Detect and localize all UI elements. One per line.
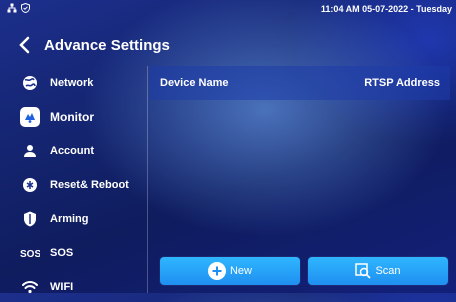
account-icon [20, 141, 40, 161]
sidebar-item-label: Arming [50, 213, 89, 225]
sidebar-item-label: SOS [50, 247, 74, 259]
sidebar: Network Monitor Account Reset& Reboot Ar… [0, 66, 150, 294]
column-rtsp-address: RTSP Address [364, 77, 440, 89]
sidebar-item-wifi[interactable]: WIFI [0, 272, 150, 302]
chevron-left-icon [19, 36, 30, 54]
wifi-icon [20, 277, 40, 297]
status-icons [7, 2, 30, 15]
scan-icon [355, 263, 372, 279]
column-device-name: Device Name [160, 77, 229, 89]
sidebar-item-label: Account [50, 145, 94, 157]
network-tree-icon [7, 3, 17, 15]
sidebar-item-label: Network [50, 77, 94, 89]
table-header: Device Name RTSP Address [150, 66, 450, 100]
sidebar-item-label: Monitor [50, 110, 94, 124]
datetime: 11:04 AM 05-07-2022 - Tuesday [320, 4, 452, 14]
svg-text:SOS: SOS [20, 249, 40, 259]
monitor-icon [20, 107, 40, 127]
sidebar-item-sos[interactable]: SOS SOS [0, 238, 150, 268]
sidebar-item-label: Reset& Reboot [50, 179, 129, 191]
title-bar: Advance Settings [0, 22, 456, 68]
sidebar-item-arming[interactable]: Arming [0, 204, 150, 234]
page-title: Advance Settings [44, 36, 170, 54]
sos-icon: SOS [20, 243, 40, 263]
sidebar-item-network[interactable]: Network [0, 68, 150, 98]
sidebar-item-account[interactable]: Account [0, 136, 150, 166]
scan-button[interactable]: Scan [308, 257, 448, 285]
scan-button-label: Scan [375, 265, 401, 277]
shield-icon [20, 209, 40, 229]
back-button[interactable] [12, 33, 36, 57]
shield-status-icon [21, 2, 30, 15]
new-button-label: New [229, 265, 252, 277]
status-bar: 11:04 AM 05-07-2022 - Tuesday [0, 0, 456, 18]
network-icon [20, 73, 40, 93]
sidebar-divider [147, 66, 148, 293]
reset-icon [20, 175, 40, 195]
new-button[interactable]: New [160, 257, 300, 285]
sidebar-item-monitor[interactable]: Monitor [0, 102, 150, 132]
sidebar-item-label: WIFI [50, 281, 74, 293]
sidebar-item-reset-reboot[interactable]: Reset& Reboot [0, 170, 150, 200]
add-circle-icon [207, 262, 226, 280]
